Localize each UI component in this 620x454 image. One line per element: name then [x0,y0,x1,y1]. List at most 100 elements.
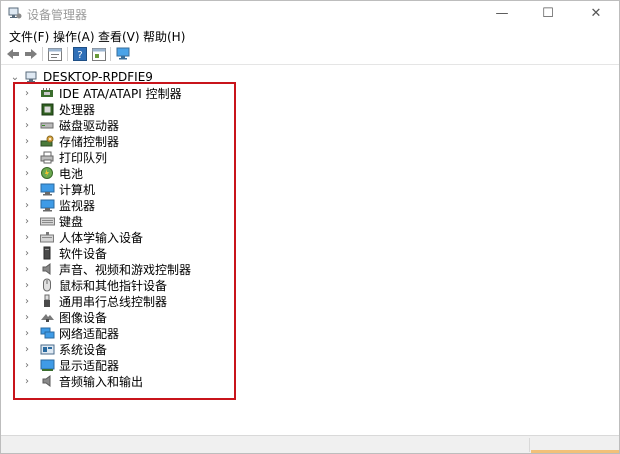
tree-item-system[interactable]: › 系统设备 [21,341,107,357]
tree-item-software-device[interactable]: › 软件设备 [21,245,107,261]
expand-chevron-icon[interactable]: › [21,261,33,277]
root-label: DESKTOP-RPDFIE9 [43,70,153,84]
back-icon[interactable] [5,46,21,62]
network-adapter-icon [39,326,55,340]
expand-chevron-icon[interactable]: › [21,373,33,389]
expand-chevron-icon[interactable]: › [21,325,33,341]
tree-item-monitor[interactable]: › 监视器 [21,197,95,213]
processor-icon [39,102,55,116]
expand-chevron-icon[interactable]: › [21,309,33,325]
tree-item-label: 通用串行总线控制器 [59,294,168,309]
software-device-icon [39,246,55,260]
tree-item-label: 存储控制器 [59,134,120,149]
forward-icon[interactable] [23,46,39,62]
tree-item-usb[interactable]: › 通用串行总线控制器 [21,293,167,309]
expand-chevron-icon[interactable]: › [21,181,33,197]
tree-item-label: 显示适配器 [59,358,120,373]
menu-file[interactable]: 文件(F) [9,28,49,45]
expand-chevron-icon[interactable]: › [21,117,33,133]
toolbar: ? [1,44,619,65]
keyboard-icon [39,214,55,228]
status-bar [1,435,619,453]
tree-item-display-adapter[interactable]: › 显示适配器 [21,357,119,373]
usb-icon [39,294,55,308]
tree-item-label: 电池 [59,166,84,181]
disk-drive-icon [39,118,55,132]
tree-item-printer[interactable]: › 打印队列 [21,149,107,165]
monitor-scan-icon[interactable] [115,46,131,62]
expand-chevron-icon[interactable]: › [21,357,33,373]
expand-chevron-icon[interactable]: › [21,213,33,229]
tree-item-label: 网络适配器 [59,326,120,341]
monitor-icon [39,198,55,212]
toolbar-separator [110,47,111,61]
battery-icon [39,166,55,180]
tree-item-disk[interactable]: › 磁盘驱动器 [21,117,119,133]
expand-chevron-icon[interactable]: › [21,293,33,309]
tree-item-network[interactable]: › 网络适配器 [21,325,119,341]
update-driver-icon[interactable] [91,46,107,62]
mouse-icon [39,278,55,292]
tree-item-label: 键盘 [59,214,84,229]
status-accent [531,450,619,453]
tree-item-label: 鼠标和其他指针设备 [59,278,168,293]
tree-item-storage[interactable]: › 存储控制器 [21,133,119,149]
window-title: 设备管理器 [27,8,88,22]
tree-item-camera[interactable]: › 图像设备 [21,309,107,325]
expand-chevron-icon[interactable]: › [21,101,33,117]
device-manager-app-icon [8,6,22,20]
expand-chevron-icon[interactable]: › [21,277,33,293]
tree-item-label: IDE ATA/ATAPI 控制器 [59,86,182,101]
tree-item-processor[interactable]: › 处理器 [21,101,95,117]
menu-action[interactable]: 操作(A) [53,28,95,45]
tree-item-battery[interactable]: › 电池 [21,165,83,181]
tree-item-ide[interactable]: › IDE ATA/ATAPI 控制器 [21,85,182,101]
camera-icon [39,310,55,324]
title-bar[interactable]: 设备管理器 — ☐ ✕ [1,1,619,25]
tree-item-label: 人体学输入设备 [59,230,144,245]
computer-root-icon [23,70,39,84]
sound-icon [39,262,55,276]
help-icon[interactable]: ? [72,46,88,62]
expand-chevron-icon[interactable]: › [21,197,33,213]
tree-item-hid[interactable]: › 人体学输入设备 [21,229,143,245]
tree-item-label: 声音、视频和游戏控制器 [59,262,192,277]
tree-item-label: 处理器 [59,102,96,117]
tree-item-label: 打印队列 [59,150,108,165]
svg-text:?: ? [77,50,82,61]
tree-item-sound[interactable]: › 声音、视频和游戏控制器 [21,261,191,277]
tree-item-keyboard[interactable]: › 键盘 [21,213,83,229]
expand-chevron-icon[interactable]: › [21,85,33,101]
tree-item-computer[interactable]: › 计算机 [21,181,95,197]
expand-chevron-icon[interactable]: › [21,229,33,245]
menu-help[interactable]: 帮助(H) [143,28,185,45]
display-adapter-icon [39,358,55,372]
menu-view[interactable]: 查看(V) [98,28,140,45]
tree-item-label: 音频输入和输出 [59,374,144,389]
collapse-chevron-icon[interactable]: ⌄ [9,69,21,85]
tree-item-label: 磁盘驱动器 [59,118,120,133]
expand-chevron-icon[interactable]: › [21,341,33,357]
minimize-button[interactable]: — [479,1,525,25]
expand-chevron-icon[interactable]: › [21,133,33,149]
maximize-button[interactable]: ☐ [525,1,571,25]
expand-chevron-icon[interactable]: › [21,149,33,165]
computer-icon [39,182,55,196]
tree-root[interactable]: ⌄ DESKTOP-RPDFIE9 [9,69,153,85]
tree-item-mouse[interactable]: › 鼠标和其他指针设备 [21,277,167,293]
system-device-icon [39,342,55,356]
expand-chevron-icon[interactable]: › [21,245,33,261]
close-button[interactable]: ✕ [573,1,619,25]
toolbar-separator [67,47,68,61]
expand-chevron-icon[interactable]: › [21,165,33,181]
tree-item-audio-io[interactable]: › 音频输入和输出 [21,373,143,389]
toolbar-separator [42,47,43,61]
device-tree: ⌄ DESKTOP-RPDFIE9 › IDE ATA/ATAPI 控制器 › … [1,65,619,435]
menu-bar: 文件(F) 操作(A) 查看(V) 帮助(H) [1,26,619,44]
tree-item-label: 计算机 [59,182,96,197]
printer-icon [39,150,55,164]
tree-item-label: 图像设备 [59,310,108,325]
properties-icon[interactable] [47,46,63,62]
hid-icon [39,230,55,244]
tree-item-label: 系统设备 [59,342,108,357]
